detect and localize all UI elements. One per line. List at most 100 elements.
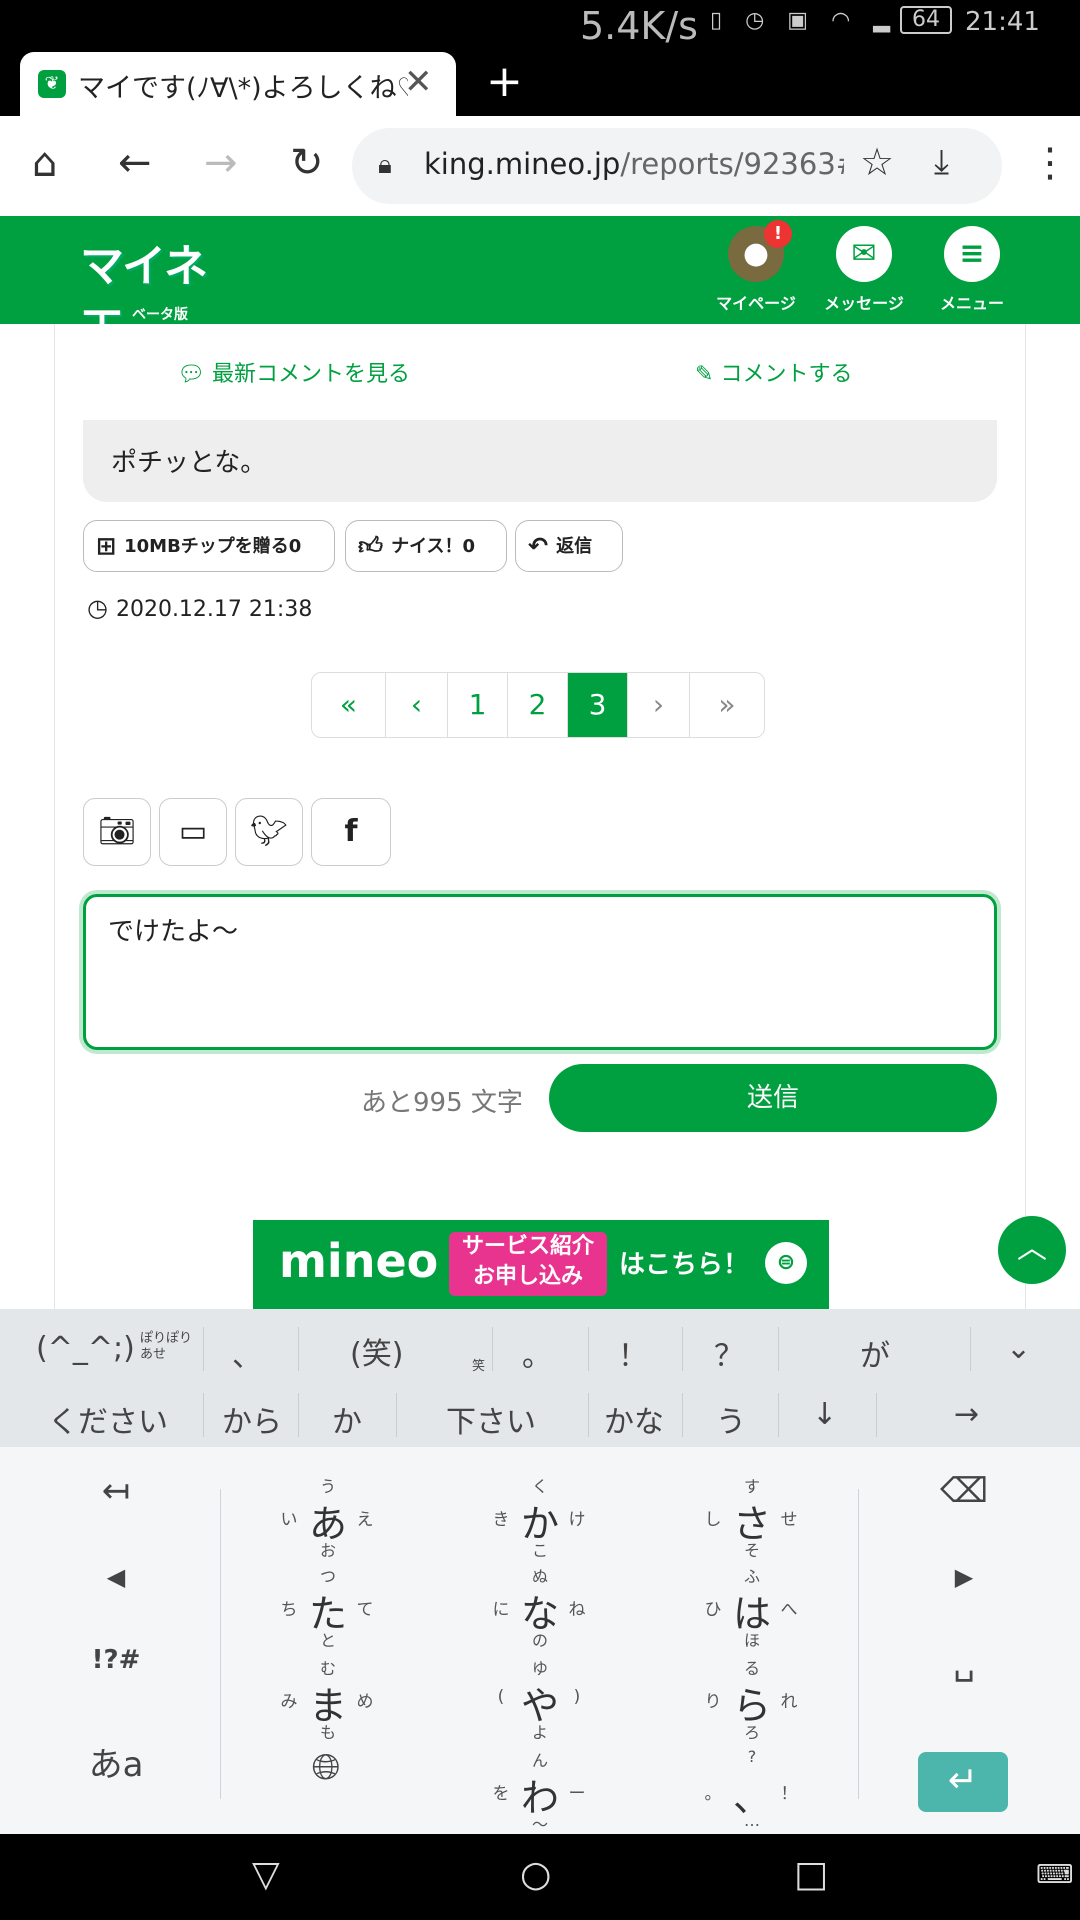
prev-page-button[interactable]: ‹ xyxy=(386,673,448,737)
kana-key-ta[interactable]: つちたてと xyxy=(268,1565,388,1650)
nav-menu-label: メニュー xyxy=(939,294,1004,313)
twitter-button[interactable]: 🐦︎ xyxy=(235,798,303,866)
kana-key-punct[interactable]: ?。、！… xyxy=(692,1747,812,1830)
banner-cta: はこちら！ xyxy=(619,1250,750,1280)
kana-key-a[interactable]: ういあえお xyxy=(268,1475,388,1560)
suggestion[interactable]: 下さい xyxy=(446,1397,536,1441)
page-2[interactable]: 2 xyxy=(508,673,568,737)
divider xyxy=(492,1327,493,1371)
bookmark-star-icon[interactable]: ☆ xyxy=(860,140,894,184)
space-key[interactable]: ␣ xyxy=(904,1643,1024,1683)
divider xyxy=(203,1327,204,1371)
cursor-left-key[interactable]: ◀ xyxy=(56,1563,176,1591)
divider xyxy=(876,1393,877,1437)
divider xyxy=(588,1327,589,1371)
kana-key-ya[interactable]: ゆ(や) よ xyxy=(480,1657,600,1742)
suggestion[interactable]: (笑) xyxy=(350,1329,403,1373)
forward-icon[interactable]: → xyxy=(204,140,238,186)
suggestion[interactable]: か xyxy=(332,1397,362,1441)
suggestion[interactable]: → xyxy=(954,1397,979,1432)
status-bar: 5.4K/s ▯ ◷ ▣ ◠ ▂ 64 21:41 xyxy=(0,0,1080,48)
suggestion[interactable]: 。 xyxy=(522,1331,552,1375)
backspace-key[interactable]: ⌫ xyxy=(904,1471,1024,1511)
divider xyxy=(298,1393,299,1437)
suggestion[interactable]: ぽりぽりあせ xyxy=(140,1331,192,1363)
video-button[interactable]: ▭ xyxy=(159,798,227,866)
first-page-button[interactable]: « xyxy=(312,673,386,737)
nav-message-label: メッセージ xyxy=(824,294,904,313)
home-circle-icon[interactable]: ○ xyxy=(520,1854,551,1895)
suggestion[interactable]: かな xyxy=(604,1397,664,1441)
nav-mypage[interactable]: ●! マイページ xyxy=(706,220,806,314)
recents-square-icon[interactable]: □ xyxy=(794,1854,828,1895)
suggestion[interactable]: ？ xyxy=(714,1331,744,1375)
kana-key-ka[interactable]: くきかけこ xyxy=(480,1475,600,1560)
suggestion[interactable]: ！ xyxy=(618,1331,648,1375)
divider xyxy=(203,1393,204,1437)
tip-button[interactable]: ⊞ 10MBチップを贈る0 xyxy=(83,520,335,572)
mode-switch-key[interactable]: あa xyxy=(56,1737,176,1786)
suggestion[interactable]: (^_^;) xyxy=(36,1331,135,1366)
logo-beta-label: ベータ版 xyxy=(132,307,188,323)
divider xyxy=(778,1393,779,1437)
kana-key-wa[interactable]: んをわー〜 xyxy=(480,1749,600,1834)
kana-key-ha[interactable]: ふひはへほ xyxy=(692,1565,812,1650)
enter-key[interactable]: ↵ xyxy=(918,1752,1008,1812)
divider xyxy=(970,1327,971,1371)
nav-menu[interactable]: ≡ メニュー xyxy=(922,226,1022,314)
comment-input[interactable]: でけたよ〜 xyxy=(83,894,997,1050)
suggestion[interactable]: が xyxy=(860,1331,890,1375)
comment-date: ◷ 2020.12.17 21:38 xyxy=(87,594,313,622)
suggestion[interactable]: 、 xyxy=(232,1331,262,1375)
globe-icon[interactable]: 🌐︎ xyxy=(266,1747,386,1789)
reply-button[interactable]: ↶ 返信 xyxy=(515,520,623,572)
kana-key-ra[interactable]: るりられろ xyxy=(692,1657,812,1742)
download-icon[interactable]: ⤓ xyxy=(934,142,949,182)
more-menu-icon[interactable]: ⋮ xyxy=(1030,140,1070,186)
next-page-button[interactable]: › xyxy=(628,673,690,737)
page-1[interactable]: 1 xyxy=(448,673,508,737)
system-nav-bar: ▽ ○ □ ⌨ xyxy=(0,1834,1080,1920)
kana-key-ma[interactable]: むみまめも xyxy=(268,1657,388,1742)
address-bar[interactable]: 🔒︎ king.mineo.jp/reports/92363#co ☆ ⤓ xyxy=(352,128,1002,204)
cursor-right-key[interactable]: ▶ xyxy=(904,1563,1024,1591)
url-text: king.mineo.jp/reports/92363#co xyxy=(424,147,844,181)
divider xyxy=(682,1327,683,1371)
comment-bubble: ポチッとな。 xyxy=(83,420,997,502)
latest-comments-link[interactable]: 💬︎ 最新コメントを見る xyxy=(177,356,410,388)
nav-message[interactable]: ✉ メッセージ xyxy=(814,226,914,314)
suggestion[interactable]: ↓ xyxy=(812,1397,837,1432)
tab-title: マイです(ﾉ∀\*)よろしくね♡ xyxy=(78,73,408,104)
kana-key-sa[interactable]: すしさせそ xyxy=(692,1475,812,1560)
close-tab-icon[interactable]: ✕ xyxy=(404,62,433,102)
suggestion[interactable]: ください xyxy=(48,1397,168,1441)
undo-key[interactable]: ↤ xyxy=(56,1471,176,1511)
back-icon[interactable]: ← xyxy=(118,140,152,186)
collapse-suggestions-icon[interactable]: ⌄ xyxy=(1006,1331,1031,1366)
keyboard-icon[interactable]: ⌨ xyxy=(1036,1860,1074,1890)
mineo-banner[interactable]: mineo サービス紹介 お申し込み はこちら！ ⊜ xyxy=(253,1220,829,1309)
browser-tab[interactable]: ❦ マイです(ﾉ∀\*)よろしくね♡ ✕ xyxy=(20,52,456,116)
nice-button[interactable]: 👍︎ ナイス！0 xyxy=(345,520,507,572)
camera-button[interactable]: 📷︎ xyxy=(83,798,151,866)
page-3[interactable]: 3 xyxy=(568,673,628,737)
home-icon[interactable]: ⌂ xyxy=(32,140,57,186)
back-triangle-icon[interactable]: ▽ xyxy=(252,1854,280,1895)
write-comment-link[interactable]: ✎ コメントする xyxy=(695,356,852,388)
thumbs-up-icon: 👍︎ xyxy=(358,532,384,560)
divider xyxy=(298,1327,299,1371)
kana-key-na[interactable]: ぬになねの xyxy=(480,1565,600,1650)
suggestion[interactable]: から xyxy=(222,1397,282,1441)
site-logo[interactable]: マイネ王 ベータ版 xyxy=(80,230,240,356)
reload-icon[interactable]: ↻ xyxy=(290,140,324,186)
suggestion[interactable]: う xyxy=(716,1397,746,1441)
report-content: 💬︎ 最新コメントを見る ✎ コメントする ポチッとな。 ⊞ 10MBチップを贈る… xyxy=(54,324,1026,1309)
send-button[interactable]: 送信 xyxy=(549,1064,997,1132)
favicon-icon: ❦ xyxy=(38,70,66,98)
new-tab-button[interactable]: + xyxy=(486,56,523,107)
facebook-button[interactable]: f xyxy=(311,798,391,866)
symbol-key[interactable]: !?# xyxy=(56,1645,176,1675)
last-page-button[interactable]: » xyxy=(690,673,764,737)
avatar: ●! xyxy=(728,220,792,282)
back-to-top-button[interactable]: ︿ xyxy=(998,1216,1066,1284)
